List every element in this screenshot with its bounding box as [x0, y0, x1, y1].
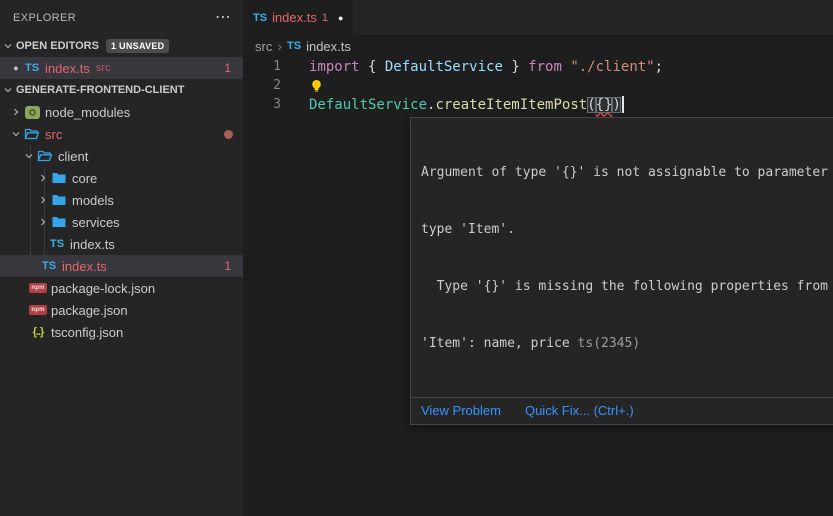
- vscode-window: EXPLORER ⋯ OPEN EDITORS 1 UNSAVED ● TS i…: [0, 0, 833, 516]
- tree-item-label: node_modules: [45, 105, 130, 120]
- error-message-line: type 'Item'.: [421, 220, 833, 239]
- open-editors-label: OPEN EDITORS: [16, 40, 99, 52]
- typescript-file-icon: TS: [253, 12, 267, 24]
- line-number: 2: [243, 78, 281, 93]
- chevron-right-icon: [8, 106, 24, 118]
- modified-dot-icon[interactable]: ●: [8, 63, 24, 73]
- tree-item-src-index-ts[interactable]: TS index.ts 1: [0, 255, 243, 277]
- unsaved-badge: 1 UNSAVED: [106, 39, 170, 53]
- node-modules-folder-icon: [24, 104, 40, 120]
- typescript-file-icon: TS: [287, 40, 301, 52]
- explorer-title: EXPLORER: [13, 12, 76, 24]
- chevron-down-icon: [0, 84, 16, 96]
- tree-item-client-index-ts[interactable]: TS index.ts: [0, 233, 243, 255]
- tree-item-label: package-lock.json: [51, 281, 155, 296]
- tree-item-client[interactable]: client: [0, 145, 243, 167]
- code-line-1: 1 import { DefaultService } from "./clie…: [243, 57, 833, 76]
- error-hover-tooltip: Argument of type '{}' is not assignable …: [410, 117, 833, 425]
- tree-item-core[interactable]: core: [0, 167, 243, 189]
- chevron-right-icon: [35, 216, 51, 228]
- breadcrumb-file[interactable]: index.ts: [306, 39, 351, 54]
- breadcrumb-folder[interactable]: src: [255, 39, 272, 54]
- quick-fix-link[interactable]: Quick Fix... (Ctrl+.): [525, 403, 634, 418]
- view-problem-link[interactable]: View Problem: [421, 403, 501, 418]
- folder-open-icon: [37, 148, 53, 164]
- file-tree: node_modules src client: [0, 101, 243, 343]
- error-dot-badge: [224, 130, 233, 139]
- npm-file-icon: npm: [30, 280, 46, 296]
- folder-icon: [51, 214, 67, 230]
- unsaved-dot-icon[interactable]: ●: [338, 13, 343, 23]
- explorer-sidebar: EXPLORER ⋯ OPEN EDITORS 1 UNSAVED ● TS i…: [0, 0, 243, 516]
- tab-bar: TS index.ts 1 ●: [243, 0, 833, 35]
- error-squiggle: {}: [596, 97, 613, 113]
- typescript-file-icon: TS: [24, 60, 40, 76]
- tree-item-label: tsconfig.json: [51, 325, 123, 340]
- error-count-badge: 1: [224, 259, 231, 273]
- tree-item-label: client: [58, 149, 88, 164]
- error-code-ref: ts(2345): [578, 336, 641, 351]
- error-count-badge: 1: [224, 61, 231, 75]
- typescript-file-icon: TS: [49, 236, 65, 252]
- json-braces-icon: {..}: [30, 324, 46, 340]
- tree-item-label: core: [72, 171, 97, 186]
- editor-group: TS index.ts 1 ● src › TS index.ts 1 impo…: [243, 0, 833, 516]
- code-editor[interactable]: 1 import { DefaultService } from "./clie…: [243, 57, 833, 114]
- breadcrumb: src › TS index.ts: [243, 35, 833, 57]
- explorer-pane-header: EXPLORER ⋯: [0, 0, 243, 35]
- open-editor-item-index-ts[interactable]: ● TS index.ts src 1: [0, 57, 243, 79]
- tree-item-label: package.json: [51, 303, 128, 318]
- tree-item-label: src: [45, 127, 62, 142]
- tree-item-package-lock-json[interactable]: npm package-lock.json: [0, 277, 243, 299]
- chevron-right-icon: [35, 194, 51, 206]
- tree-item-services[interactable]: services: [0, 211, 243, 233]
- tree-item-label: models: [72, 193, 114, 208]
- hover-actions-bar: View Problem Quick Fix... (Ctrl+.): [411, 397, 833, 424]
- error-message-line: Argument of type '{}' is not assignable …: [421, 163, 833, 182]
- error-message: Argument of type '{}' is not assignable …: [411, 118, 833, 397]
- code-line-2: 2: [243, 76, 833, 95]
- more-actions-icon[interactable]: ⋯: [215, 10, 231, 26]
- tree-item-models[interactable]: models: [0, 189, 243, 211]
- tree-item-node-modules[interactable]: node_modules: [0, 101, 243, 123]
- tree-item-package-json[interactable]: npm package.json: [0, 299, 243, 321]
- npm-file-icon: npm: [30, 302, 46, 318]
- error-message-line: 'Item': name, price ts(2345): [421, 334, 833, 353]
- line-number: 1: [243, 59, 281, 74]
- tree-item-label: index.ts: [70, 237, 115, 252]
- breadcrumb-separator-icon: ›: [277, 38, 282, 54]
- open-editor-file-name: index.ts: [45, 61, 90, 76]
- project-section-header[interactable]: GENERATE-FRONTEND-CLIENT: [0, 79, 243, 101]
- folder-open-icon: [24, 126, 40, 142]
- chevron-down-icon: [21, 150, 37, 162]
- folder-icon: [51, 170, 67, 186]
- code-line-3: 3 DefaultService.createItemItemPost({}): [243, 95, 833, 114]
- lightbulb-icon[interactable]: [309, 78, 325, 94]
- tab-error-count: 1: [322, 12, 328, 24]
- project-name-label: GENERATE-FRONTEND-CLIENT: [16, 84, 184, 96]
- text-cursor: [622, 96, 624, 113]
- open-editor-file-path: src: [96, 62, 111, 74]
- error-message-line: Type '{}' is missing the following prope…: [421, 277, 833, 296]
- open-editors-section-header[interactable]: OPEN EDITORS 1 UNSAVED: [0, 35, 243, 57]
- line-number: 3: [243, 97, 281, 112]
- chevron-right-icon: [35, 172, 51, 184]
- typescript-file-icon: TS: [41, 258, 57, 274]
- tab-index-ts[interactable]: TS index.ts 1 ●: [243, 0, 353, 35]
- tree-item-tsconfig-json[interactable]: {..} tsconfig.json: [0, 321, 243, 343]
- tree-item-src[interactable]: src: [0, 123, 243, 145]
- folder-icon: [51, 192, 67, 208]
- tree-item-label: index.ts: [62, 259, 107, 274]
- tree-item-label: services: [72, 215, 120, 230]
- chevron-down-icon: [8, 128, 24, 140]
- chevron-down-icon: [0, 40, 16, 52]
- tab-file-name: index.ts: [272, 10, 317, 25]
